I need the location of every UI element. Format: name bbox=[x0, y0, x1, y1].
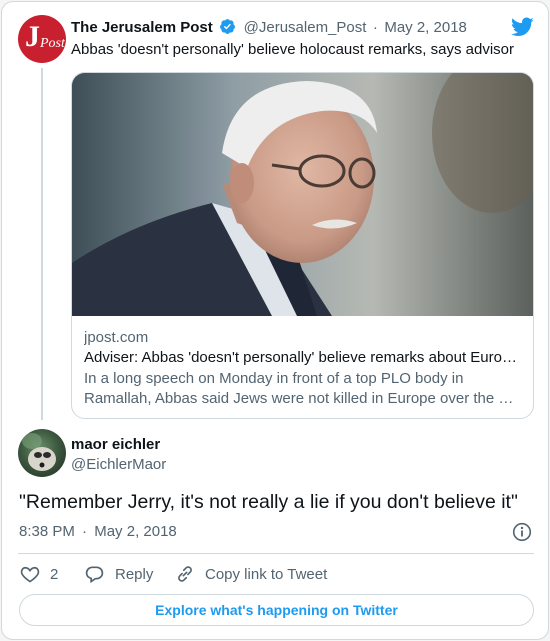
jerusalem-post-avatar[interactable]: J Post bbox=[18, 15, 66, 63]
source-tweet-date[interactable]: May 2, 2018 bbox=[384, 19, 467, 36]
twitter-bird-icon[interactable] bbox=[511, 17, 534, 37]
link-icon bbox=[178, 566, 192, 582]
timestamp-separator: · bbox=[82, 523, 88, 540]
reply-tweet-time: 8:38 PM bbox=[19, 523, 75, 540]
source-author-name[interactable]: The Jerusalem Post bbox=[71, 19, 213, 36]
reply-author-handle[interactable]: @EichlerMaor bbox=[71, 456, 166, 473]
source-tweet-text: Abbas 'doesn't personally' believe holoc… bbox=[71, 41, 514, 58]
thread-connector-line bbox=[41, 68, 43, 420]
reply-tweet-text: "Remember Jerry, it's not really a lie i… bbox=[19, 491, 518, 513]
source-author-handle[interactable]: @Jerusalem_Post bbox=[244, 19, 367, 36]
link-preview-card[interactable]: jpost.com Adviser: Abbas 'doesn't person… bbox=[71, 72, 534, 419]
reply-icon bbox=[85, 566, 104, 584]
source-tweet-header: The Jerusalem Post @Jerusalem_Post · May… bbox=[71, 18, 467, 37]
actions-top-divider bbox=[18, 553, 534, 554]
reply-button[interactable]: Reply bbox=[84, 564, 153, 584]
link-card-description-line-2: Ramallah, Abbas said Jews were not kille… bbox=[84, 390, 514, 407]
info-icon[interactable] bbox=[512, 522, 532, 542]
tweet-embed-card: J Post The Jerusalem Post @Jerusalem_Pos… bbox=[1, 1, 549, 640]
link-card-title: Adviser: Abbas 'doesn't personally' beli… bbox=[84, 349, 517, 366]
copy-link-label: Copy link to Tweet bbox=[205, 565, 328, 583]
header-separator: · bbox=[372, 19, 378, 36]
link-card-description-line-1: In a long speech on Monday in front of a… bbox=[84, 370, 464, 387]
verified-badge-icon bbox=[220, 19, 236, 34]
reply-tweet-date: May 2, 2018 bbox=[94, 523, 177, 540]
maor-eichler-avatar[interactable] bbox=[18, 429, 66, 477]
copy-link-button[interactable]: Copy link to Tweet bbox=[175, 564, 327, 584]
reply-author-name[interactable]: maor eichler bbox=[71, 436, 160, 453]
like-count: 2 bbox=[50, 565, 59, 583]
avatar-logo-letters-post: Post bbox=[40, 36, 65, 51]
heart-icon bbox=[20, 566, 40, 583]
reply-tweet-timestamp[interactable]: 8:38 PM · May 2, 2018 bbox=[19, 523, 177, 540]
like-button[interactable]: 2 bbox=[20, 564, 58, 584]
explore-twitter-button[interactable]: Explore what's happening on Twitter bbox=[19, 594, 534, 626]
article-photo bbox=[72, 73, 533, 316]
article-photo-illustration bbox=[72, 73, 533, 316]
avatar-photo-illustration bbox=[22, 433, 56, 471]
avatar-logo-letter-j: J bbox=[25, 20, 40, 53]
reply-label: Reply bbox=[115, 565, 154, 583]
link-card-domain: jpost.com bbox=[84, 329, 149, 346]
explore-button-label: Explore what's happening on Twitter bbox=[155, 602, 398, 618]
